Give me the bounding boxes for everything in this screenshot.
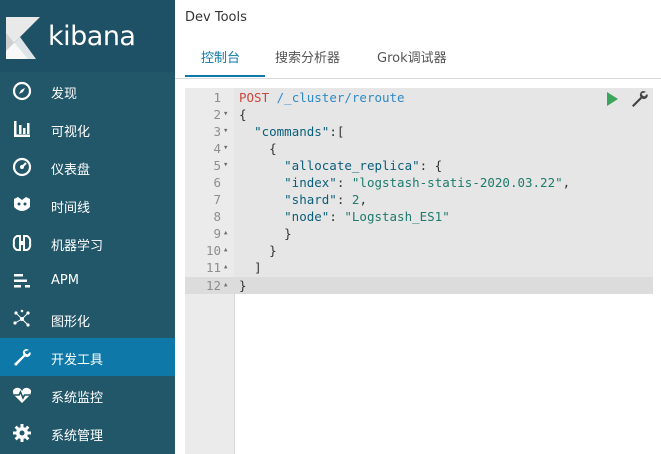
code-text: "commands":[ [254,124,345,139]
code-text: { [239,107,247,122]
kibana-brand[interactable]: kibana [0,0,175,72]
brand-name: kibana [48,21,136,52]
header: Dev Tools [175,0,661,36]
code-text: "node": "Logstash_ES1" [284,209,450,224]
heartbeat-icon [12,387,32,403]
play-icon[interactable] [607,92,618,106]
fold-toggle[interactable]: ▴ [223,277,233,294]
fold-toggle[interactable]: ▴ [223,242,233,259]
fold-toggle[interactable]: ▾ [223,106,233,123]
nav-label: 系统管理 [51,429,104,444]
code-line[interactable]: 12 ▴ } [185,277,653,294]
nav-item-discover[interactable]: 发现 [0,72,175,110]
bar-chart-icon [14,121,30,137]
line-number: 12 [205,278,221,293]
nav-label: 仪表盘 [51,163,91,178]
active-tab-indicator [185,75,265,77]
nav-label: 系统监控 [51,391,104,406]
nav-label: 可视化 [51,125,91,140]
code-line[interactable]: 9 ▴ } [185,225,653,242]
fold-toggle[interactable]: ▾ [223,157,233,174]
code-line[interactable]: 11 ▴ ] [185,259,653,276]
nav-item-timeline[interactable]: 时间线 [0,186,175,224]
code-line[interactable]: 8 "node": "Logstash_ES1" [185,208,653,225]
json-key: "shard" [284,192,337,207]
request-path: /_cluster/reroute [276,90,405,105]
json-value: "Logstash_ES1" [344,209,450,224]
code-line[interactable]: 2 ▾ { [185,106,653,123]
wrench-icon [14,349,31,366]
code-text: { [269,141,277,156]
code-text: "shard": 2, [284,192,367,207]
timeline-icon [14,197,30,211]
line-number: 2 [213,107,221,122]
http-method: POST [239,90,270,105]
nav-item-apm[interactable]: APM [0,262,175,300]
code-line[interactable]: 3 ▾ "commands":[ [185,123,653,140]
tab-grok-debugger[interactable]: Grok调试器 [377,47,447,66]
json-key: "commands" [254,124,330,139]
nav-label: APM [51,273,79,288]
code-line[interactable]: 5 ▾ "allocate_replica": { [185,157,653,174]
code-text: } [284,226,292,241]
code-line[interactable]: 4 ▾ { [185,140,653,157]
tab-console[interactable]: 控制台 [201,47,240,66]
code-line[interactable]: 10 ▴ } [185,242,653,259]
machine-learning-icon [12,235,32,251]
json-key: "allocate_replica" [284,158,420,173]
code-text: } [239,278,247,293]
sidebar: kibana 发现 可视化 仪表盘 时间线 机器学习 APM 图形化 开发工具 … [0,0,175,454]
page-title: Dev Tools [185,10,247,25]
json-key: "node" [284,209,330,224]
nav-item-visualize[interactable]: 可视化 [0,110,175,148]
nav-item-monitoring[interactable]: 系统监控 [0,376,175,414]
line-number: 1 [213,90,221,105]
fold-toggle[interactable]: ▴ [223,259,233,276]
nav-item-ml[interactable]: 机器学习 [0,224,175,262]
kibana-logo-icon [6,17,40,59]
nav-item-dashboard[interactable]: 仪表盘 [0,148,175,186]
nav-item-management[interactable]: 系统管理 [0,414,175,452]
line-number: 11 [205,260,221,275]
nav-label: 机器学习 [51,239,104,254]
line-number: 5 [213,158,221,173]
wrench-icon[interactable] [629,89,649,109]
nav-label: 图形化 [51,315,91,330]
graph-icon [13,309,30,327]
code-line[interactable]: 6 "index": "logstash-statis-2020.03.22", [185,174,653,191]
line-number: 6 [213,175,221,190]
json-key: "index" [284,175,337,190]
dashboard-icon [12,157,32,177]
fold-toggle[interactable]: ▾ [223,140,233,157]
code-line[interactable]: 1 POST /_cluster/reroute [185,89,653,106]
nav-label: 时间线 [51,201,91,216]
line-number: 10 [205,243,221,258]
tab-search-profiler[interactable]: 搜索分析器 [275,47,340,66]
code-text: POST /_cluster/reroute [239,89,405,106]
code-text: ] [254,260,262,275]
json-value: "logstash-statis-2020.03.22" [351,175,563,190]
line-number: 4 [213,141,221,156]
code-text: "allocate_replica": { [284,158,443,173]
request-actions [604,89,654,109]
tab-bar: 控制台 搜索分析器 Grok调试器 [175,36,661,79]
compass-icon [12,81,32,101]
fold-toggle[interactable]: ▾ [223,123,233,140]
console-editor[interactable]: 1 POST /_cluster/reroute 2 ▾ { 3 ▾ "comm… [185,88,661,454]
nav-label: 发现 [51,87,78,102]
gear-icon [13,424,31,442]
apm-icon [14,274,30,288]
line-number: 8 [213,209,221,224]
line-number: 3 [213,124,221,139]
line-number: 9 [213,226,221,241]
fold-toggle[interactable]: ▴ [223,225,233,242]
code-text: "index": "logstash-statis-2020.03.22", [284,175,571,190]
code-line[interactable]: 7 "shard": 2, [185,191,653,208]
nav-item-graph[interactable]: 图形化 [0,300,175,338]
line-number: 7 [213,192,221,207]
nav-label: 开发工具 [51,353,104,368]
nav-item-dev-tools[interactable]: 开发工具 [0,338,175,376]
code-text: } [269,243,277,258]
